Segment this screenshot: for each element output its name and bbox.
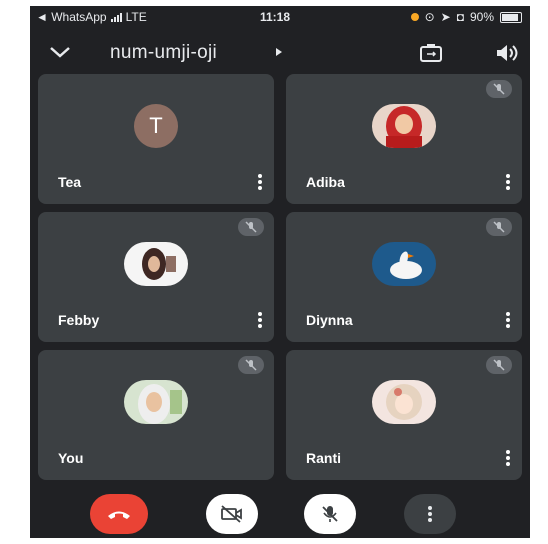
mic-off-icon	[486, 218, 512, 236]
call-controls	[30, 492, 530, 538]
avatar	[121, 380, 191, 424]
mic-off-icon	[238, 356, 264, 374]
mic-off-icon	[486, 356, 512, 374]
status-right: ⊙ ➤ ◘ 90%	[410, 10, 522, 24]
participant-name: Adiba	[306, 174, 345, 190]
more-vert-icon[interactable]	[506, 312, 510, 328]
mic-toggle-button[interactable]	[304, 494, 356, 534]
participant-name: Ranti	[306, 450, 341, 466]
more-vert-icon[interactable]	[258, 312, 262, 328]
more-options-button[interactable]	[404, 494, 456, 534]
network-type: LTE	[125, 10, 147, 24]
speaker-icon[interactable]	[494, 42, 520, 64]
avatar	[121, 242, 191, 286]
avatar-photo	[372, 242, 436, 286]
alarm-icon: ◘	[456, 10, 464, 24]
switch-camera-icon[interactable]	[418, 42, 444, 64]
participant-tile[interactable]: You	[38, 350, 274, 480]
more-vert-icon[interactable]	[506, 450, 510, 466]
back-to-whatsapp-link[interactable]: ◄ WhatsApp	[36, 10, 107, 24]
camera-toggle-button[interactable]	[206, 494, 258, 534]
meet-call-screen: ◄ WhatsApp LTE 11:18 ⊙ ➤ ◘ 90% num-umji-…	[30, 6, 530, 538]
mic-off-icon	[238, 218, 264, 236]
end-call-icon	[108, 511, 130, 519]
avatar-photo	[124, 242, 188, 286]
meeting-code[interactable]: num-umji-oji	[110, 42, 217, 64]
meeting-info-arrow-icon[interactable]	[276, 48, 282, 56]
battery-percent: 90%	[469, 10, 494, 24]
avatar-initial: T	[134, 104, 178, 148]
location-icon: ⊙	[424, 10, 435, 24]
participant-name: Tea	[58, 174, 82, 190]
participant-name: Febby	[58, 312, 100, 328]
notification-dot-icon	[410, 13, 419, 21]
avatar	[369, 242, 439, 286]
avatar-photo	[372, 380, 436, 424]
more-vert-icon	[428, 506, 432, 522]
mic-off-icon	[322, 506, 338, 522]
participant-tile[interactable]: Diynna	[286, 212, 522, 342]
status-left: ◄ WhatsApp LTE	[36, 10, 147, 24]
participant-tile[interactable]: Febby	[38, 212, 274, 342]
avatar	[369, 380, 439, 424]
battery-icon	[500, 11, 522, 23]
participant-tile[interactable]: T Tea	[38, 74, 274, 204]
avatar	[369, 104, 439, 148]
avatar-photo	[124, 380, 188, 424]
participant-tile[interactable]: Ranti	[286, 350, 522, 480]
participant-tile[interactable]: Adiba	[286, 74, 522, 204]
chevron-down-icon[interactable]	[46, 40, 74, 64]
status-time: 11:18	[260, 10, 291, 24]
call-header: num-umji-oji	[30, 36, 530, 72]
camera-off-icon	[221, 505, 242, 523]
mic-off-icon	[486, 80, 512, 98]
end-call-button[interactable]	[90, 494, 148, 534]
participant-name: You	[58, 450, 84, 466]
status-bar: ◄ WhatsApp LTE 11:18 ⊙ ➤ ◘ 90%	[30, 6, 530, 28]
avatar: T	[121, 104, 191, 148]
send-icon: ➤	[440, 10, 451, 24]
more-vert-icon[interactable]	[258, 174, 262, 190]
participant-name: Diynna	[306, 312, 353, 328]
more-vert-icon[interactable]	[506, 174, 510, 190]
signal-icon	[110, 12, 122, 22]
avatar-photo	[372, 104, 436, 148]
